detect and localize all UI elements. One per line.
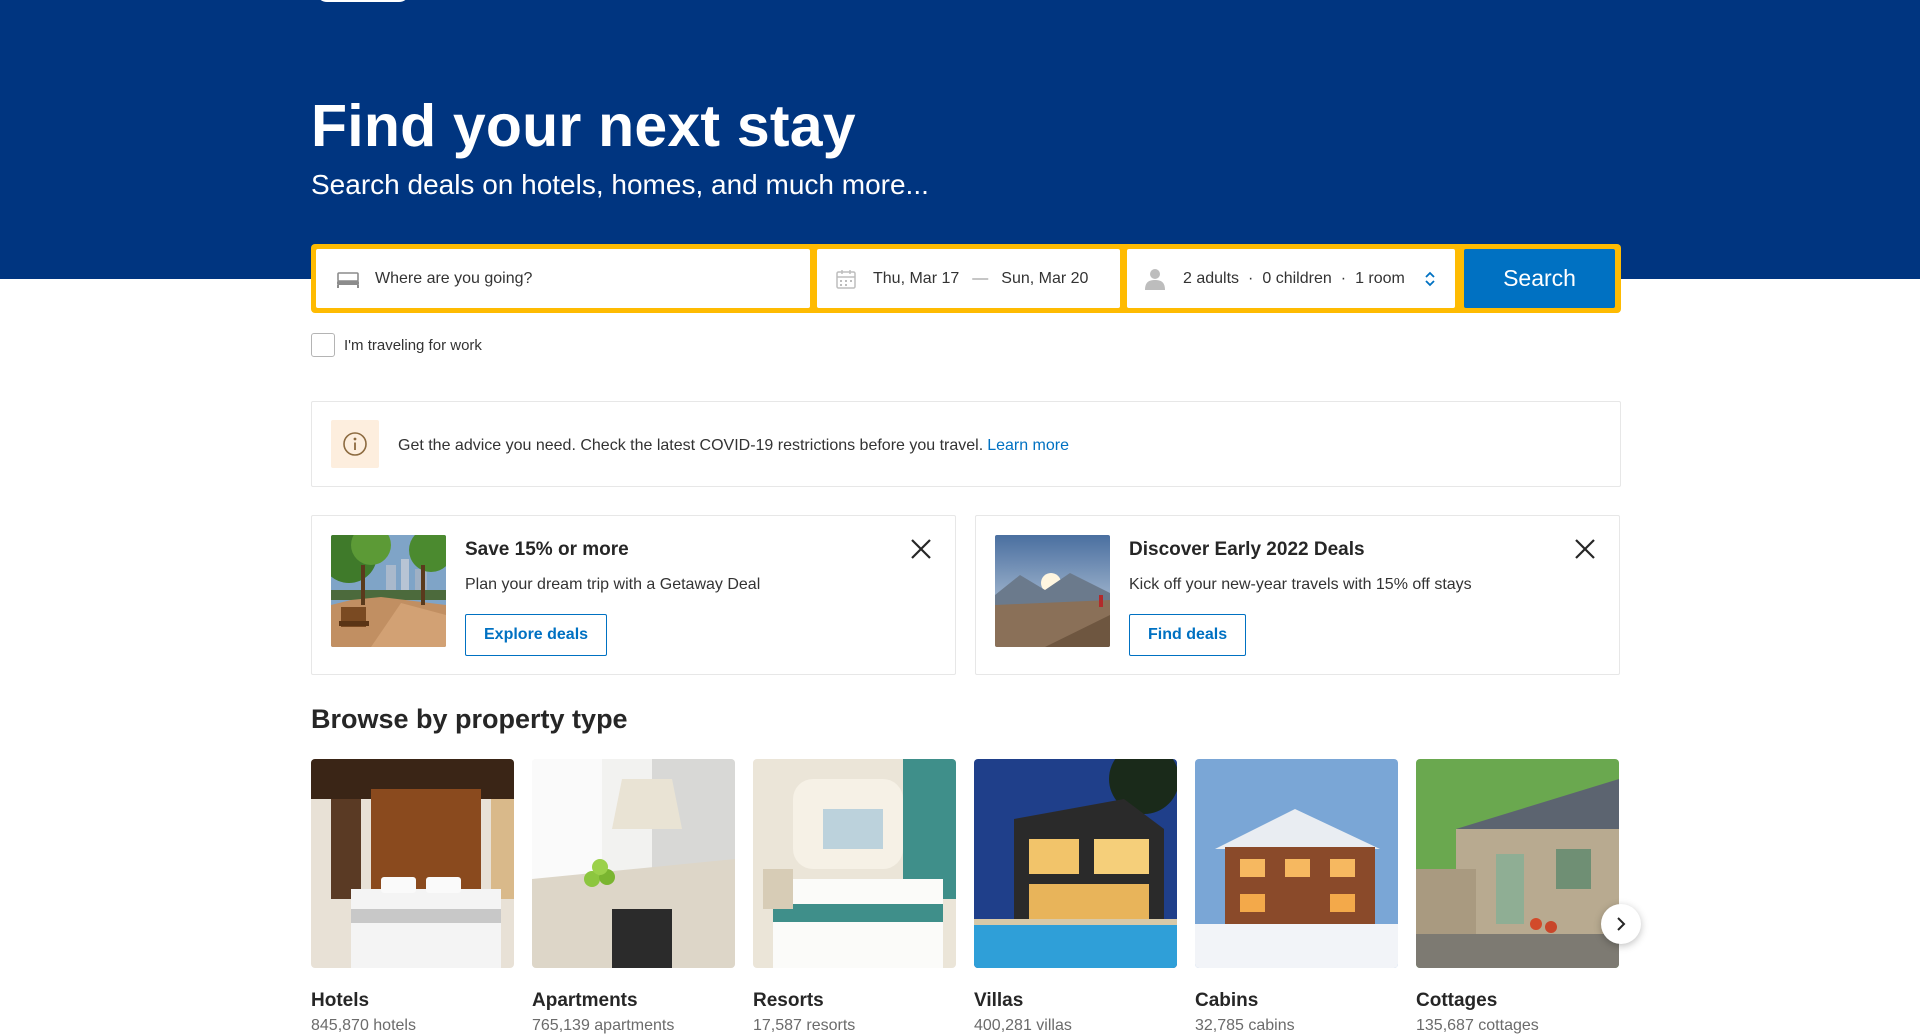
search-bar: Thu, Mar 17 — Sun, Mar 20 2 adults · 0 c…: [311, 244, 1621, 313]
work-travel-checkbox[interactable]: [311, 333, 335, 357]
close-icon[interactable]: [1571, 535, 1599, 563]
villas-photo[interactable]: [974, 759, 1177, 968]
checkin-date[interactable]: Thu, Mar 17: [873, 270, 959, 288]
chevron-right-icon: [1615, 916, 1627, 932]
hotels-photo[interactable]: [311, 759, 514, 968]
page-title: Find your next stay: [311, 93, 856, 159]
cottages-photo[interactable]: [1416, 759, 1619, 968]
park-promenade-photo: [331, 535, 446, 647]
browse-section-title: Browse by property type: [311, 704, 628, 734]
apartments-photo[interactable]: [532, 759, 735, 968]
header-pill-button[interactable]: [316, 0, 410, 2]
covid-advice-banner: Get the advice you need. Check the lates…: [311, 401, 1621, 487]
resorts-photo[interactable]: [753, 759, 956, 968]
advice-text-line: Get the advice you need. Check the lates…: [398, 437, 1069, 455]
guests-field[interactable]: 2 adults · 0 children · 1 room: [1127, 249, 1455, 308]
up-down-arrows-icon[interactable]: [1425, 271, 1435, 287]
property-type-count: 135,687 cottages: [1416, 1017, 1539, 1034]
search-button[interactable]: Search: [1464, 249, 1615, 308]
page-subtitle: Search deals on hotels, homes, and much …: [311, 169, 929, 200]
property-card-apartments[interactable]: Apartments 765,139 apartments: [532, 759, 735, 1035]
adults-count: 2 adults: [1183, 269, 1240, 287]
property-type-count: 845,870 hotels: [311, 1017, 416, 1034]
work-travel-label: I'm traveling for work: [344, 336, 482, 354]
explore-deals-button[interactable]: Explore deals: [465, 614, 608, 656]
property-type-name[interactable]: Resorts: [753, 990, 956, 1012]
destination-field[interactable]: [316, 249, 810, 308]
info-icon: [331, 420, 379, 468]
property-type-carousel: Hotels 845,870 hotels Apartments 765,139…: [311, 759, 1621, 1035]
learn-more-link[interactable]: Learn more: [987, 437, 1069, 454]
date-separator: —: [972, 269, 989, 287]
dot-separator: ·: [1248, 269, 1254, 287]
promo-description: Plan your dream trip with a Getaway Deal: [465, 576, 761, 593]
property-card-resorts[interactable]: Resorts 17,587 resorts: [753, 759, 956, 1035]
promo-title: Save 15% or more: [465, 539, 629, 560]
property-type-count: 17,587 resorts: [753, 1017, 856, 1034]
advice-message: Get the advice you need. Check the lates…: [398, 437, 984, 454]
property-type-count: 400,281 villas: [974, 1017, 1072, 1034]
property-type-count: 765,139 apartments: [532, 1017, 675, 1034]
hero-banner: Find your next stay Search deals on hote…: [0, 0, 1920, 279]
property-card-villas[interactable]: Villas 400,281 villas: [974, 759, 1177, 1035]
property-type-count: 32,785 cabins: [1195, 1017, 1295, 1034]
destination-input[interactable]: [375, 269, 755, 288]
promo-description: Kick off your new-year travels with 15% …: [1129, 576, 1472, 593]
rooms-count: 1 room: [1355, 269, 1405, 287]
promo-card-getaway: Save 15% or more Plan your dream trip wi…: [311, 515, 956, 675]
carousel-next-button[interactable]: [1601, 904, 1641, 944]
mountain-valley-photo: [995, 535, 1110, 647]
property-card-hotels[interactable]: Hotels 845,870 hotels: [311, 759, 514, 1035]
promo-card-early-deals: Discover Early 2022 Deals Kick off your …: [975, 515, 1620, 675]
property-card-cabins[interactable]: Cabins 32,785 cabins: [1195, 759, 1398, 1035]
close-icon[interactable]: [907, 535, 935, 563]
cabins-photo[interactable]: [1195, 759, 1398, 968]
dot-separator: ·: [1340, 269, 1347, 287]
calendar-icon: [835, 268, 857, 290]
work-travel-option[interactable]: I'm traveling for work: [311, 333, 482, 357]
children-count: 0 children: [1262, 269, 1332, 287]
bed-icon: [336, 269, 360, 289]
promo-title: Discover Early 2022 Deals: [1129, 539, 1365, 560]
property-type-name[interactable]: Hotels: [311, 990, 514, 1012]
dates-field[interactable]: Thu, Mar 17 — Sun, Mar 20: [817, 249, 1120, 308]
checkout-date[interactable]: Sun, Mar 20: [1001, 270, 1088, 288]
property-type-name[interactable]: Villas: [974, 990, 1177, 1012]
person-icon: [1143, 267, 1167, 291]
property-type-name[interactable]: Apartments: [532, 990, 735, 1012]
find-deals-button[interactable]: Find deals: [1129, 614, 1247, 656]
property-type-name[interactable]: Cottages: [1416, 990, 1619, 1012]
property-type-name[interactable]: Cabins: [1195, 990, 1398, 1012]
property-card-cottages[interactable]: Cottages 135,687 cottages: [1416, 759, 1619, 1035]
